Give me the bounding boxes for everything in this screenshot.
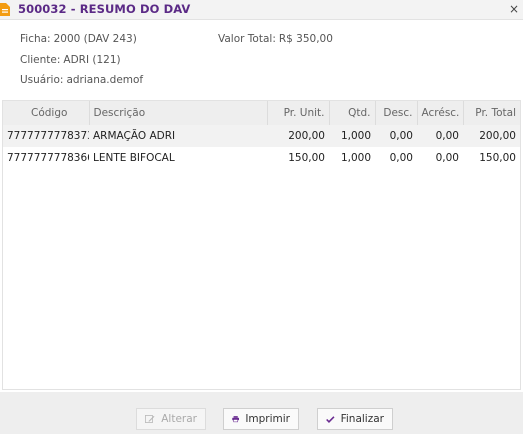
finalizar-button[interactable]: Finalizar — [317, 408, 393, 430]
edit-icon — [145, 415, 155, 423]
cliente-label: Cliente: — [20, 54, 61, 66]
col-header-codigo[interactable]: Código — [3, 101, 90, 125]
cell-pr-total: 200,00 — [479, 130, 516, 142]
cell-acresc: 0,00 — [435, 130, 459, 142]
cell-desc: 0,00 — [389, 130, 413, 142]
window-title: 500032 - RESUMO DO DAV — [18, 2, 191, 16]
cell-descricao: LENTE BIFOCAL — [93, 152, 175, 164]
cell-desc: 0,00 — [389, 152, 413, 164]
cliente-info: Cliente: ADRI (121) — [20, 54, 121, 66]
table-header-row: Código Descrição Pr. Unit. Qtd. Desc. Ac… — [3, 101, 520, 125]
cell-pr-total: 150,00 — [479, 152, 516, 164]
check-icon — [326, 415, 335, 423]
cell-qtd: 1,000 — [340, 130, 371, 142]
ficha-label: Ficha: — [20, 33, 51, 45]
items-grid: Código Descrição Pr. Unit. Qtd. Desc. Ac… — [2, 100, 521, 390]
items-table: Código Descrição Pr. Unit. Qtd. Desc. Ac… — [3, 101, 520, 169]
valor-total-info: Valor Total: R$ 350,00 — [218, 33, 333, 45]
table-row[interactable]: 7777777778373 ARMAÇÃO ADRI 200,00 1,000 … — [3, 125, 520, 147]
cell-pr-unit: 150,00 — [288, 152, 325, 164]
col-header-pr-unit[interactable]: Pr. Unit. — [267, 101, 330, 125]
button-bar: Alterar Imprimir Finalizar — [0, 392, 523, 434]
cell-descricao: ARMAÇÃO ADRI — [93, 130, 176, 142]
printer-icon — [232, 416, 240, 423]
valor-total-label: Valor Total: — [218, 33, 276, 45]
ficha-info: Ficha: 2000 (DAV 243) — [20, 33, 137, 45]
alterar-label: Alterar — [161, 413, 197, 425]
imprimir-button[interactable]: Imprimir — [223, 408, 299, 430]
col-header-qtd[interactable]: Qtd. — [329, 101, 376, 125]
cell-qtd: 1,000 — [340, 152, 371, 164]
window-titlebar: 500032 - RESUMO DO DAV × — [0, 0, 523, 20]
cell-pr-unit: 200,00 — [288, 130, 325, 142]
table-row[interactable]: 7777777778366 LENTE BIFOCAL 150,00 1,000… — [3, 147, 520, 169]
alterar-button: Alterar — [136, 408, 206, 430]
usuario-value: adriana.demof — [66, 74, 144, 86]
col-header-descricao[interactable]: Descrição — [89, 101, 268, 125]
col-header-pr-total[interactable]: Pr. Total — [463, 101, 520, 125]
imprimir-label: Imprimir — [245, 413, 290, 425]
ficha-value: 2000 (DAV 243) — [53, 33, 137, 45]
col-header-desc[interactable]: Desc. — [375, 101, 418, 125]
valor-total-value: R$ 350,00 — [278, 33, 333, 45]
cell-acresc: 0,00 — [435, 152, 459, 164]
cell-codigo: 7777777778373 — [7, 130, 89, 142]
finalizar-label: Finalizar — [340, 413, 384, 425]
cell-codigo: 7777777778366 — [7, 152, 89, 164]
cliente-value: ADRI (121) — [63, 54, 121, 66]
col-header-acresc[interactable]: Acrésc. — [417, 101, 464, 125]
document-icon — [0, 3, 10, 16]
usuario-label: Usuário: — [20, 74, 64, 86]
close-button[interactable]: × — [509, 1, 519, 17]
usuario-info: Usuário: adriana.demof — [20, 74, 143, 86]
